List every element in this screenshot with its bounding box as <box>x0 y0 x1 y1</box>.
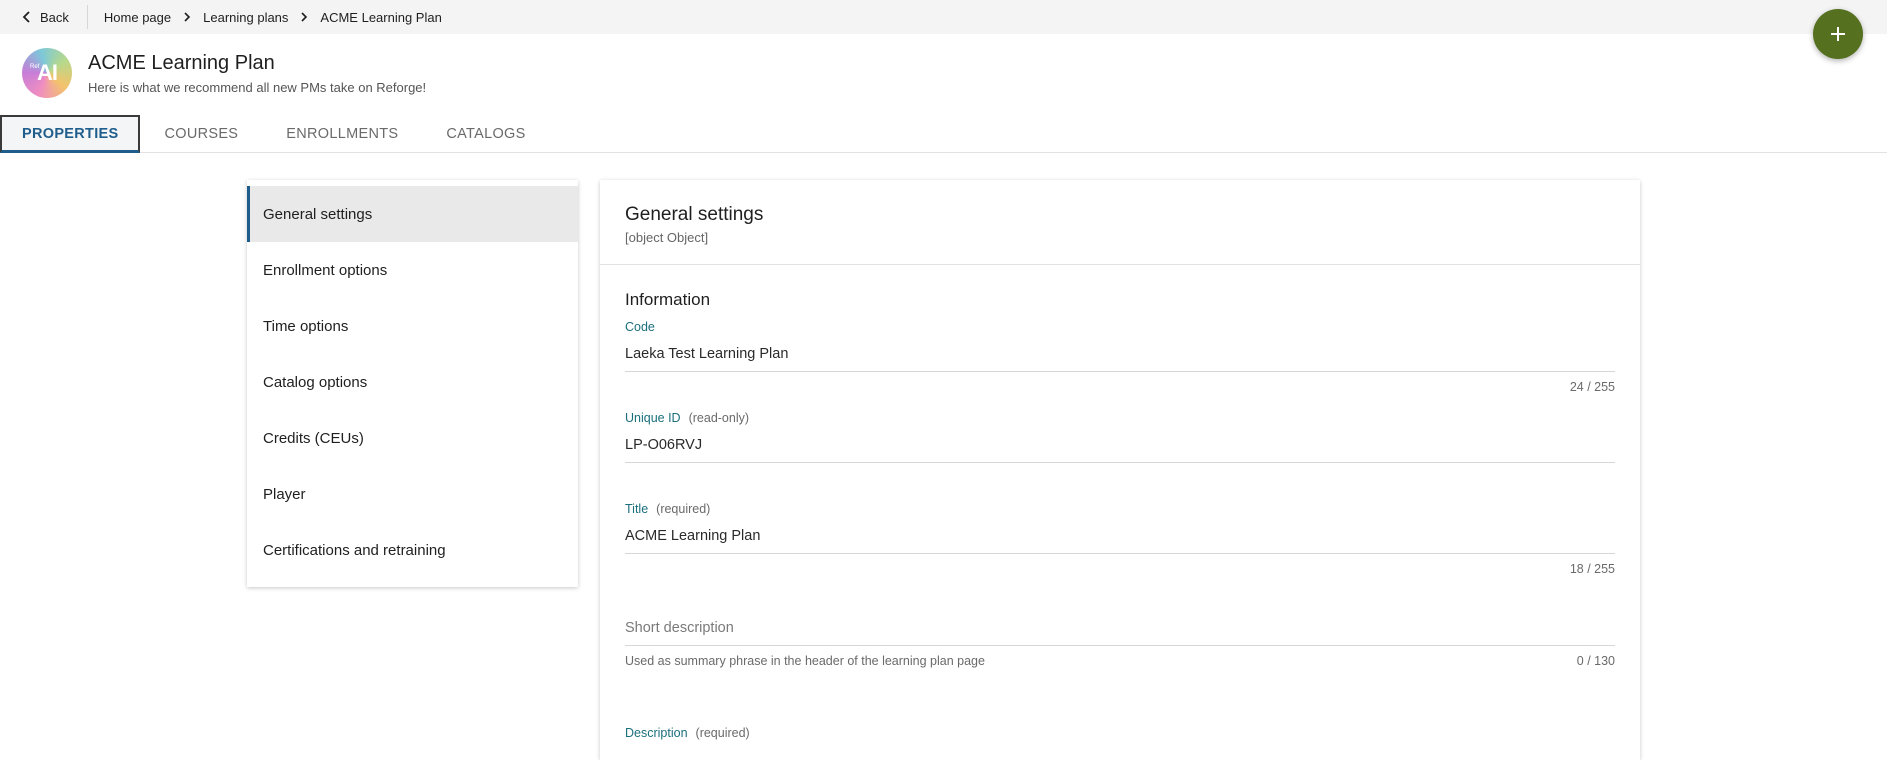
short-description-footer: Used as summary phrase in the header of … <box>625 654 1615 671</box>
plan-header: Ref AI ACME Learning Plan Here is what w… <box>22 48 426 98</box>
short-description-field: Short description Used as summary phrase… <box>625 593 1615 671</box>
nav-item-player[interactable]: Player <box>247 466 578 522</box>
code-field: Code Laeka Test Learning Plan 24 / 255 <box>625 320 1615 397</box>
unique-id-field: Unique ID (read-only) LP-O06RVJ <box>625 411 1615 488</box>
unique-id-note: (read-only) <box>688 411 750 425</box>
description-label: Description (required) <box>625 726 1615 740</box>
code-label-text: Code <box>625 320 655 334</box>
page-title: ACME Learning Plan <box>88 51 275 74</box>
unique-id-footer <box>625 471 1615 488</box>
thumbnail-text: AI <box>37 60 58 85</box>
short-description-label-spacer <box>625 593 1615 608</box>
thumbnail-small-text: Ref <box>30 64 40 70</box>
tab-bar: PROPERTIES COURSES ENROLLMENTS CATALOGS <box>0 115 1887 153</box>
nav-item-credits[interactable]: Credits (CEUs) <box>247 410 578 466</box>
panel-description: [object Object] <box>625 230 709 245</box>
title-label-text: Title <box>625 502 649 516</box>
breadcrumb-home[interactable]: Home page <box>104 10 171 25</box>
short-description-counter: 0 / 130 <box>1576 654 1615 668</box>
back-button[interactable]: Back <box>0 0 87 34</box>
general-settings-panel: General settings [object Object] Informa… <box>600 180 1640 760</box>
add-button[interactable] <box>1813 9 1863 59</box>
plus-icon <box>1831 27 1845 41</box>
nav-item-general-settings[interactable]: General settings <box>247 186 578 242</box>
title-field: Title (required) ACME Learning Plan 18 /… <box>625 502 1615 579</box>
code-input[interactable]: Laeka Test Learning Plan <box>625 336 1615 372</box>
title-input[interactable]: ACME Learning Plan <box>625 518 1615 554</box>
description-label-text: Description <box>625 726 688 740</box>
title-note: (required) <box>656 502 711 516</box>
tab-courses[interactable]: COURSES <box>140 115 262 153</box>
breadcrumb: Home page Learning plans ACME Learning P… <box>88 10 442 25</box>
title-counter: 18 / 255 <box>1569 562 1615 576</box>
chevron-right-icon <box>301 12 308 22</box>
page-subtitle: Here is what we recommend all new PMs ta… <box>88 79 427 95</box>
plan-thumbnail: Ref AI <box>22 48 72 98</box>
unique-id-label: Unique ID (read-only) <box>625 411 1615 425</box>
nav-item-time-options[interactable]: Time options <box>247 298 578 354</box>
breadcrumb-learning-plans[interactable]: Learning plans <box>203 10 288 25</box>
unique-id-value: LP-O06RVJ <box>625 427 1615 463</box>
title-footer: 18 / 255 <box>625 562 1615 579</box>
nav-item-enrollment-options[interactable]: Enrollment options <box>247 242 578 298</box>
settings-nav: General settings Enrollment options Time… <box>247 180 578 587</box>
short-description-helper: Used as summary phrase in the header of … <box>625 654 985 668</box>
nav-item-catalog-options[interactable]: Catalog options <box>247 354 578 410</box>
panel-body: Information Code Laeka Test Learning Pla… <box>600 265 1640 740</box>
back-label: Back <box>40 9 69 25</box>
nav-item-certifications[interactable]: Certifications and retraining <box>247 522 578 578</box>
chevron-right-icon <box>184 12 191 22</box>
tab-catalogs[interactable]: CATALOGS <box>422 115 549 153</box>
title-label: Title (required) <box>625 502 1615 516</box>
top-bar: Back Home page Learning plans ACME Learn… <box>0 0 1887 34</box>
tab-enrollments[interactable]: ENROLLMENTS <box>262 115 422 153</box>
code-label: Code <box>625 320 1615 334</box>
panel-title: General settings <box>625 204 764 225</box>
short-description-input[interactable]: Short description <box>625 610 1615 646</box>
breadcrumb-current: ACME Learning Plan <box>320 9 442 25</box>
chevron-left-icon <box>22 11 30 23</box>
unique-id-label-text: Unique ID <box>625 411 681 425</box>
description-field: Description (required) <box>625 726 1615 740</box>
panel-header: General settings [object Object] <box>600 180 1640 265</box>
description-note: (required) <box>695 726 750 740</box>
section-title: Information <box>625 290 711 309</box>
code-counter: 24 / 255 <box>1569 380 1615 394</box>
tab-properties[interactable]: PROPERTIES <box>0 115 141 153</box>
code-footer: 24 / 255 <box>625 380 1615 397</box>
